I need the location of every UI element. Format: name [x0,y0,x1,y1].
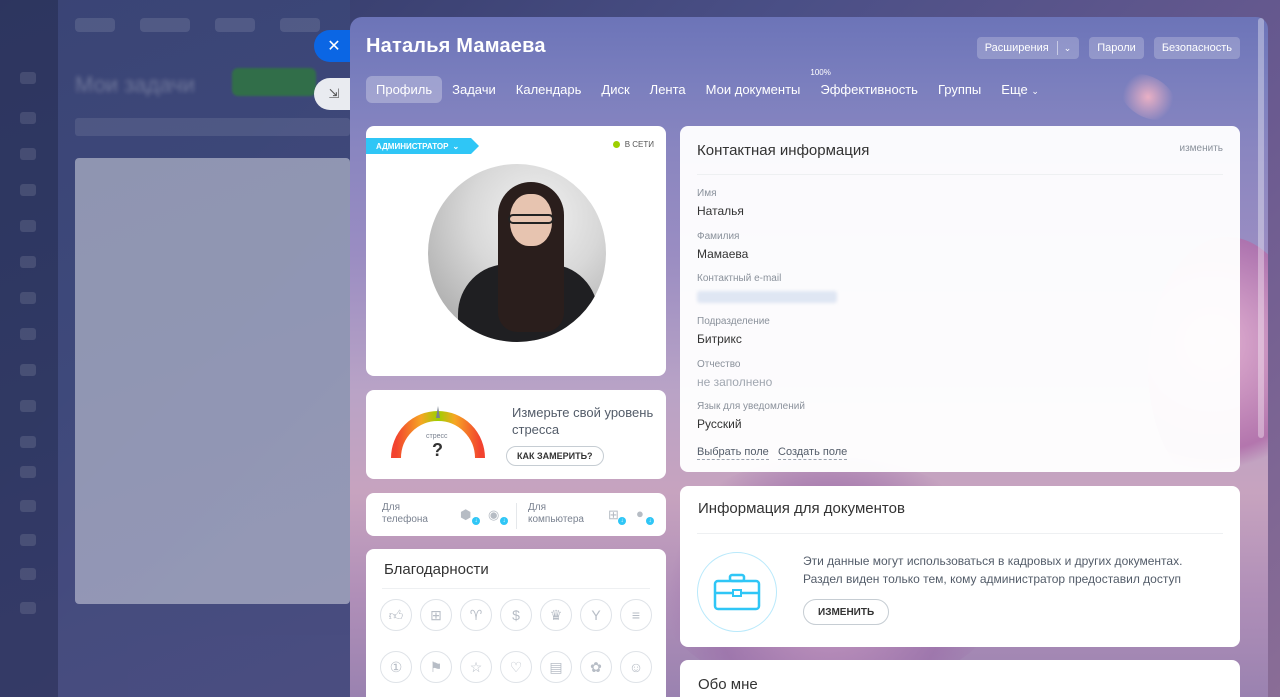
language-value: Русский [697,417,742,431]
language-label: Язык для уведомлений [697,401,805,412]
first-name-label: Имя [697,188,717,199]
tab-profile[interactable]: Профиль [366,76,443,103]
email-label: Контактный e-mail [697,273,782,284]
documents-text-2: Раздел виден только тем, кому администра… [803,572,1181,586]
select-field-link[interactable]: Выбрать поле [697,446,769,460]
computer-label-2: компьютера [528,514,584,525]
online-dot-icon [612,141,620,148]
phone-label: Для [382,502,401,513]
scrollbar[interactable] [1258,18,1264,438]
chevron-down-icon: ⌄ [1031,86,1039,96]
tab-groups[interactable]: Группы [928,76,991,103]
email-value-redacted [697,291,837,303]
create-field-link[interactable]: Создать поле [778,446,848,460]
tab-tasks[interactable]: Задачи [442,76,506,103]
medal-icon[interactable]: ① [380,651,412,683]
background-app: Мои задачи [0,0,350,697]
last-name-value: Мамаева [697,247,749,261]
passwords-button[interactable]: Пароли [1089,37,1144,59]
flower-icon[interactable]: ✿ [580,651,612,683]
chevron-down-icon[interactable]: ⌄ [1064,43,1072,54]
thumbs-up-icon[interactable]: 👍︎ [380,599,412,631]
department-value: Битрикс [697,332,742,346]
minimize-button[interactable]: ⇲ [314,78,354,110]
tab-more-label: Еще [1001,82,1028,97]
phone-label-2: телефона [382,514,428,525]
patronymic-label: Отчество [697,359,741,370]
gauge-value: ? [432,440,443,460]
star-icon[interactable]: ☆ [460,651,492,683]
heart-icon[interactable]: ♡ [500,651,532,683]
documents-card: Информация для документов Эти данные мог… [680,486,1240,647]
last-name-label: Фамилия [697,231,740,242]
thanks-card: Благодарности 👍︎ ⊞ ♈︎ $ ♛ Y ≡ ① ⚑ ☆ ♡ ▤ … [366,549,666,697]
trophy-icon[interactable]: ♈︎ [460,599,492,631]
chevron-down-icon: ⌄ [452,141,460,151]
about-title: Обо мне [698,676,758,693]
briefcase-icon [697,552,777,632]
about-card: Обо мне [680,660,1240,697]
profile-slider: Наталья Мамаева Расширения ⌄ Пароли Безо… [350,17,1268,697]
crown-icon[interactable]: ♛ [540,599,572,631]
extensions-label: Расширения [984,42,1049,54]
gift-icon[interactable]: ⊞ [420,599,452,631]
documents-edit-button[interactable]: ИЗМЕНИТЬ [803,599,890,625]
tab-efficiency-label: Эффективность [820,82,918,97]
money-bag-icon[interactable]: $ [500,599,532,631]
cocktail-icon[interactable]: Y [580,599,612,631]
security-button[interactable]: Безопасность [1153,37,1240,59]
close-icon: ✕ [327,38,341,55]
first-name-value: Наталья [697,204,744,218]
measure-stress-button[interactable]: КАК ЗАМЕРИТЬ? [506,446,604,466]
documents-text-1: Эти данные могут использоваться в кадров… [803,554,1183,568]
tab-disk[interactable]: Диск [591,76,639,103]
status-badge: В СЕТИ [612,140,654,149]
cake-icon[interactable]: ≡ [620,599,652,631]
documents-title: Информация для документов [698,500,905,517]
background-list [75,158,350,604]
smile-icon[interactable]: ☺ [620,651,652,683]
avatar[interactable] [428,164,606,342]
minimize-icon: ⇲ [328,86,340,101]
tab-feed[interactable]: Лента [640,76,696,103]
close-button[interactable]: ✕ [314,30,354,62]
download-icon: ↓ [646,517,654,525]
role-label: АДМИНИСТРАТОР [376,141,449,151]
beer-icon[interactable]: ▤ [540,651,572,683]
status-label: В СЕТИ [624,140,654,149]
gauge-label: стресс [426,433,448,440]
download-icon: ↓ [472,517,480,525]
patronymic-value: не заполнено [697,375,773,389]
stress-text: Измерьте свой уровень стресса [512,405,654,437]
thanks-title: Благодарности [384,561,489,578]
department-label: Подразделение [697,316,770,327]
contact-title: Контактная информация [697,142,870,159]
tab-my-documents[interactable]: Мои документы [696,76,811,103]
background-rail [0,0,58,697]
contact-card: Контактная информация изменить Имя Натал… [680,126,1240,472]
computer-label: Для [528,502,547,513]
role-badge[interactable]: АДМИНИСТРАТОР ⌄ [366,138,480,154]
background-add-button [232,68,316,96]
apps-card: Для телефона ⬢ ↓ ◉ ↓ Для компьютера ⊞ ↓ … [366,493,666,536]
profile-card: АДМИНИСТРАТОР ⌄ В СЕТИ [366,126,666,376]
profile-tabs: Профиль Задачи Календарь Диск Лента Мои … [366,68,1049,103]
contact-edit-link[interactable]: изменить [1179,143,1223,154]
stress-card: стресс ? Измерьте свой уровень стресса К… [366,390,666,479]
extensions-button[interactable]: Расширения ⌄ [976,37,1080,59]
background-title: Мои задачи [75,72,195,97]
flag-icon[interactable]: ⚑ [420,651,452,683]
download-icon: ↓ [500,517,508,525]
tab-more[interactable]: Еще ⌄ [991,76,1049,103]
tab-efficiency[interactable]: 100% Эффективность [810,68,928,103]
efficiency-badge: 100% [810,68,831,77]
download-icon: ↓ [618,517,626,525]
tab-calendar[interactable]: Календарь [506,76,592,103]
